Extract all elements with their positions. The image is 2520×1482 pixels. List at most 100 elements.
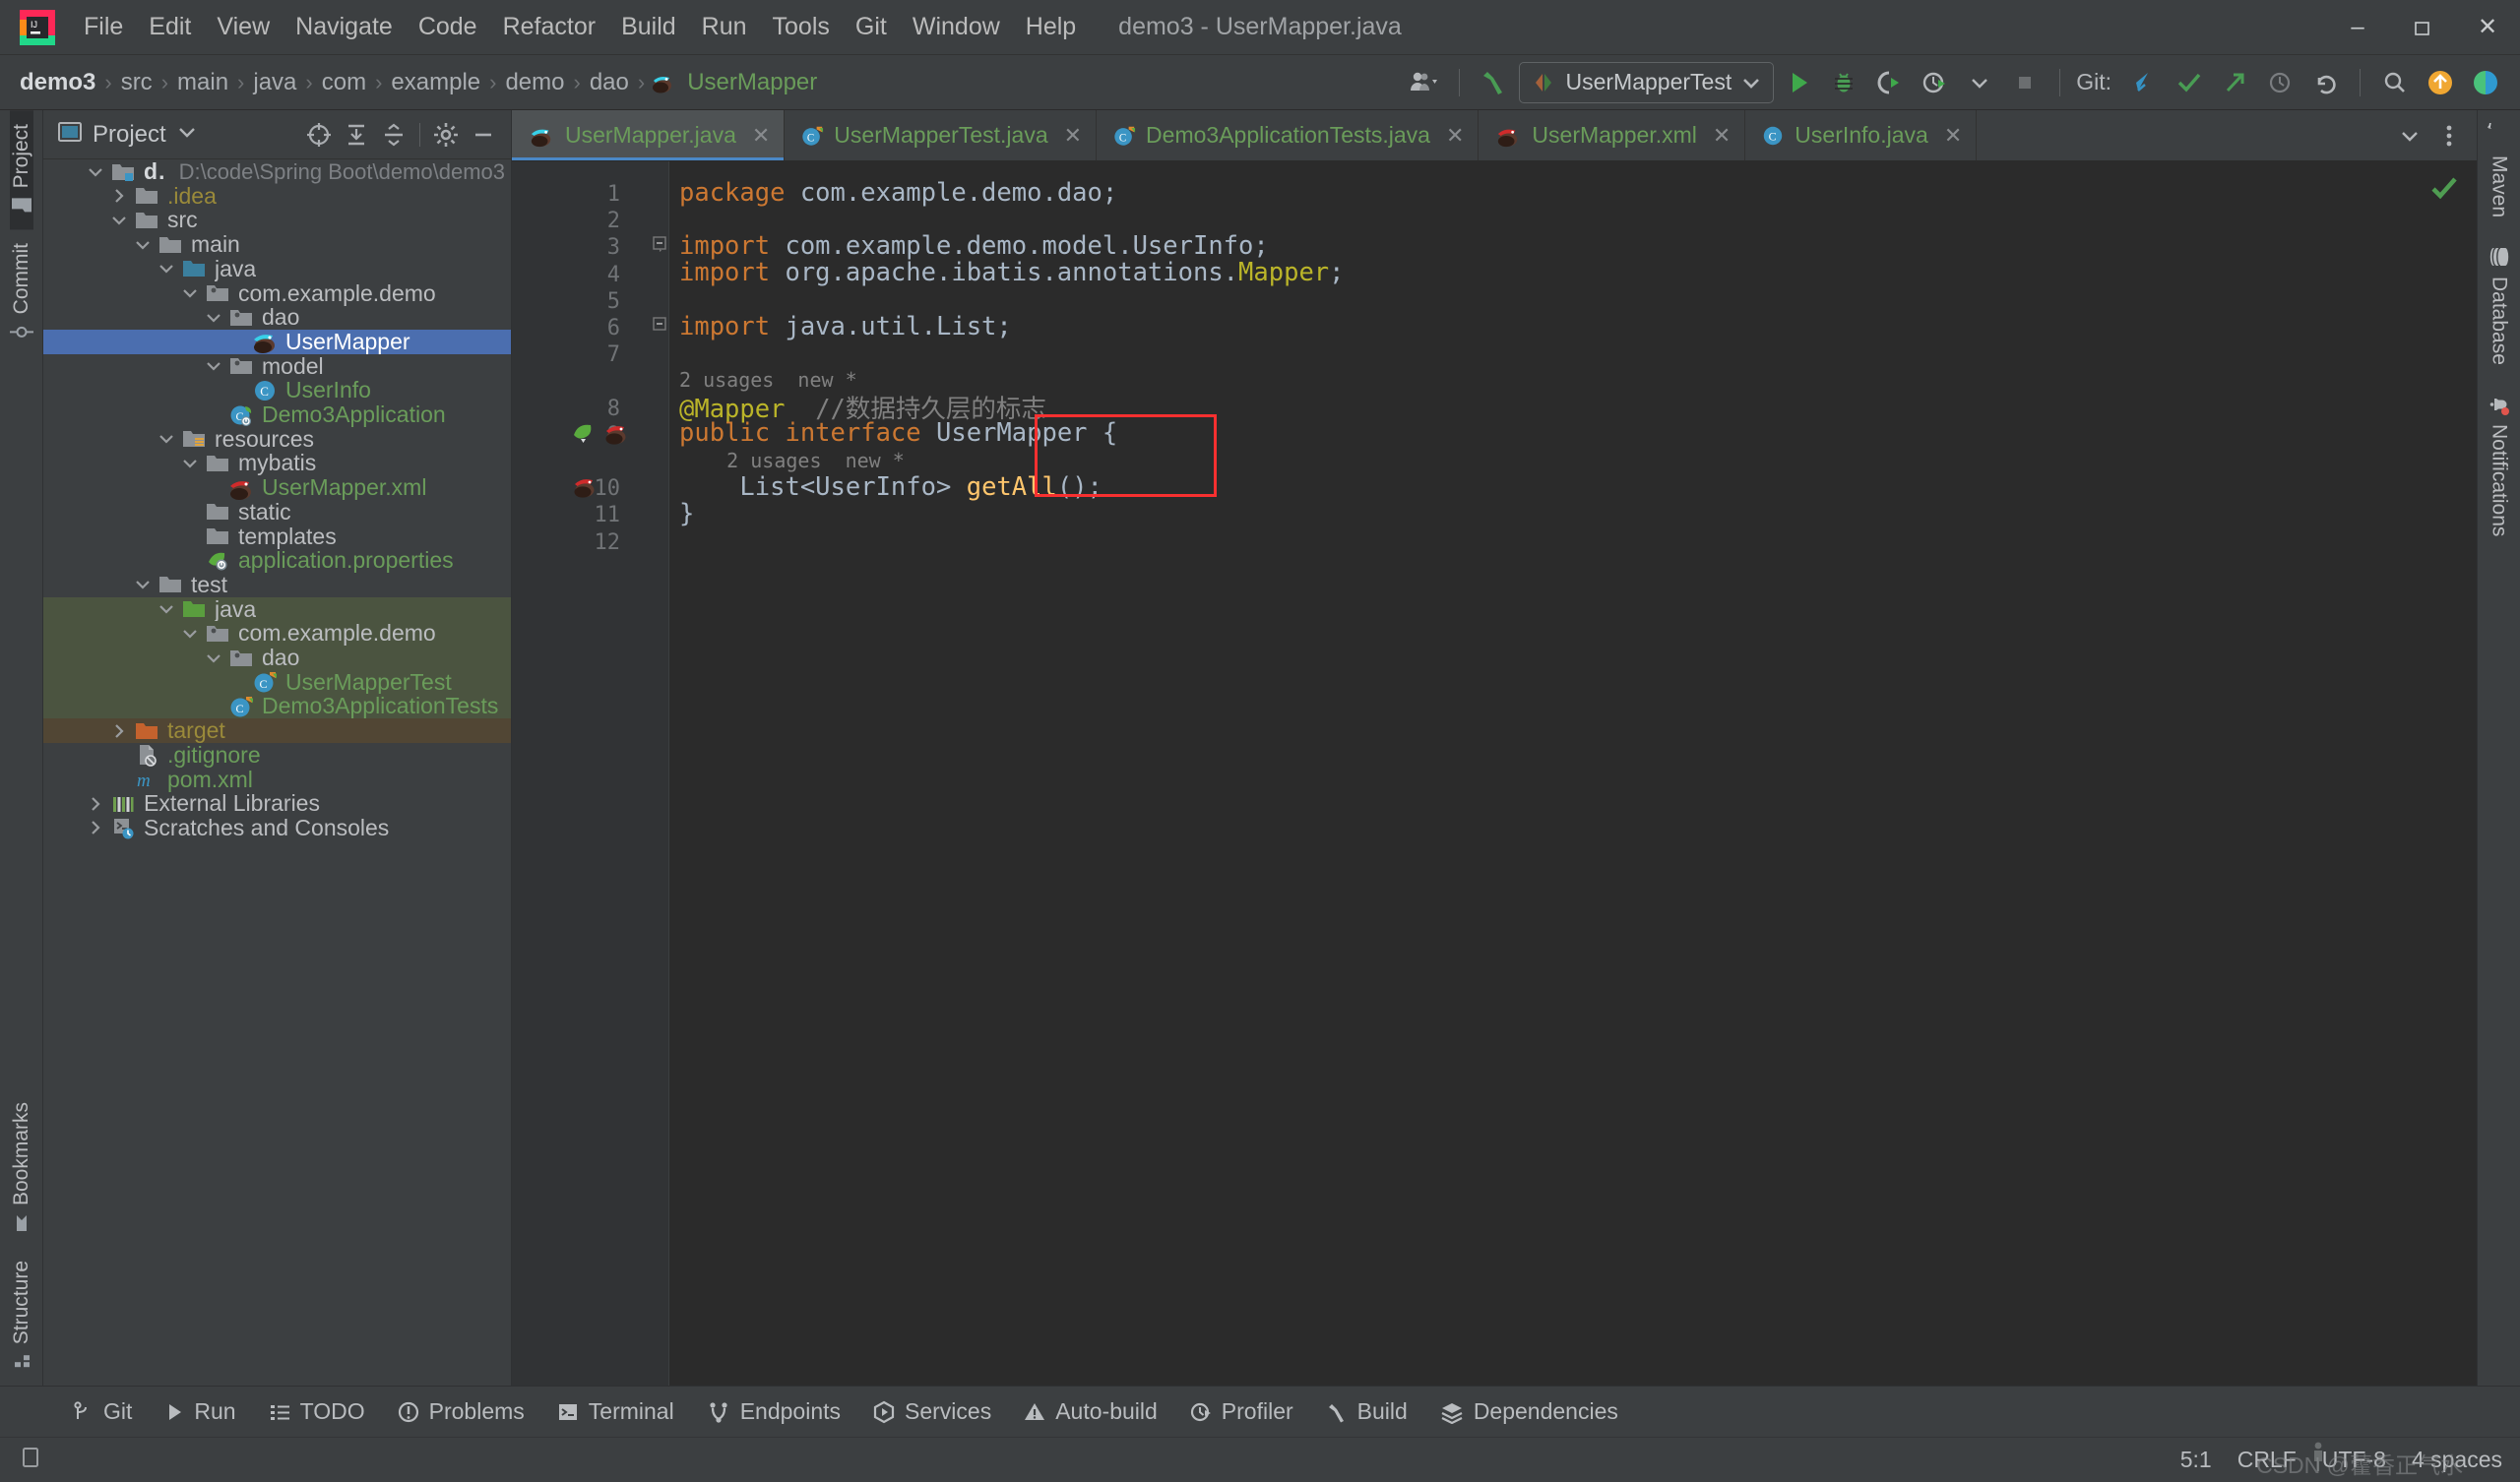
caret-position[interactable]: 5:1 bbox=[2180, 1447, 2212, 1473]
bottom-bar-item-build[interactable]: Build bbox=[1309, 1393, 1423, 1430]
chevron-down-icon[interactable] bbox=[176, 125, 198, 144]
bottom-bar-item-todo[interactable]: TODO bbox=[252, 1393, 381, 1430]
editor-tab-userinfo-java[interactable]: C UserInfo.java ✕ bbox=[1745, 110, 1978, 160]
bottom-bar-item-terminal[interactable]: Terminal bbox=[540, 1393, 690, 1430]
chevron-right-icon[interactable] bbox=[83, 795, 108, 813]
collapse-all-icon[interactable] bbox=[376, 117, 411, 153]
file-encoding[interactable]: UTF-8 bbox=[2322, 1447, 2386, 1473]
code-line[interactable] bbox=[669, 527, 2477, 554]
code-editor[interactable]: 123456789101112 package com.example.demo… bbox=[512, 161, 2477, 1386]
tree-node-scratches-and-consoles[interactable]: Scratches and Consoles bbox=[43, 815, 511, 840]
sidebar-item-structure[interactable]: Structure bbox=[10, 1247, 33, 1386]
inlay-usage-hint[interactable]: 2 usages new * bbox=[669, 447, 2477, 473]
code-line[interactable] bbox=[669, 286, 2477, 313]
menu-code[interactable]: Code bbox=[406, 7, 490, 47]
code-line[interactable]: package com.example.demo.dao; bbox=[669, 178, 2477, 208]
chevron-right-icon[interactable] bbox=[106, 722, 132, 740]
editor-tab-usermapper-java[interactable]: UserMapper.java ✕ bbox=[512, 110, 786, 160]
breadcrumb-item-java[interactable]: java bbox=[247, 66, 302, 99]
settings-gear-icon[interactable] bbox=[428, 117, 464, 153]
search-everywhere-icon[interactable] bbox=[2374, 62, 2416, 103]
project-tree[interactable]: demo3 D:\code\Spring Boot\demo\demo3.idea… bbox=[43, 159, 511, 1386]
chevron-right-icon[interactable] bbox=[106, 187, 132, 205]
hide-panel-icon[interactable] bbox=[466, 117, 501, 153]
git-update-icon[interactable] bbox=[2123, 62, 2165, 103]
bottom-bar-item-profiler[interactable]: Profiler bbox=[1173, 1393, 1309, 1430]
bottom-bar-item-endpoints[interactable]: Endpoints bbox=[690, 1393, 856, 1430]
select-opened-file-icon[interactable] bbox=[301, 117, 337, 153]
tree-node-pom-xml[interactable]: m pom.xml bbox=[43, 767, 511, 792]
bottom-bar-item-run[interactable]: Run bbox=[148, 1393, 251, 1430]
mybatis-nav-icon[interactable] bbox=[571, 474, 598, 505]
tree-node-src[interactable]: src bbox=[43, 207, 511, 232]
bottom-bar-item-auto-build[interactable]: Auto-build bbox=[1007, 1393, 1173, 1430]
menu-build[interactable]: Build bbox=[608, 7, 689, 47]
tree-node-application-properties[interactable]: application.properties bbox=[43, 547, 511, 573]
git-history-icon[interactable] bbox=[2259, 62, 2300, 103]
breadcrumb-item-com[interactable]: com bbox=[316, 66, 372, 99]
chevron-down-icon[interactable] bbox=[130, 239, 156, 251]
menu-file[interactable]: File bbox=[71, 7, 136, 47]
menu-help[interactable]: Help bbox=[1013, 7, 1089, 47]
close-tab-icon[interactable]: ✕ bbox=[752, 123, 770, 149]
chevron-down-icon[interactable] bbox=[201, 652, 226, 664]
sidebar-item-database[interactable]: Database bbox=[2487, 231, 2512, 379]
bottom-bar-item-services[interactable]: Services bbox=[856, 1393, 1007, 1430]
menu-git[interactable]: Git bbox=[843, 7, 900, 47]
line-separator[interactable]: CRLF bbox=[2237, 1447, 2297, 1473]
menu-refactor[interactable]: Refactor bbox=[490, 7, 608, 47]
chevron-down-icon[interactable] bbox=[177, 628, 203, 640]
bottom-bar-item-problems[interactable]: Problems bbox=[381, 1393, 540, 1430]
tree-node-userinfo[interactable]: C UserInfo bbox=[43, 377, 511, 402]
breadcrumb-item-usermapper[interactable]: UserMapper bbox=[681, 66, 823, 99]
sidebar-item-bookmarks[interactable]: Bookmarks bbox=[10, 1088, 33, 1247]
editor-tab-usermapper-xml[interactable]: UserMapper.xml ✕ bbox=[1479, 110, 1746, 160]
tree-node-usermapper-xml[interactable]: UserMapper.xml bbox=[43, 474, 511, 500]
code-line[interactable] bbox=[669, 206, 2477, 232]
tree-node-demo3application[interactable]: C Demo3Application bbox=[43, 401, 511, 427]
tree-node-external-libraries[interactable]: External Libraries bbox=[43, 790, 511, 816]
code-content[interactable]: package com.example.demo.dao; import com.… bbox=[669, 161, 2477, 1386]
editor-gutter[interactable]: 123456789101112 bbox=[512, 161, 669, 1386]
bottom-bar-item-git[interactable]: Git bbox=[55, 1393, 148, 1430]
tree-node-demo3applicationtests[interactable]: C Demo3ApplicationTests bbox=[43, 693, 511, 719]
updates-available-icon[interactable] bbox=[2420, 62, 2461, 103]
close-tab-icon[interactable]: ✕ bbox=[1064, 123, 1082, 149]
tree-node-gitignore[interactable]: .gitignore bbox=[43, 742, 511, 768]
more-options-icon[interactable] bbox=[2431, 118, 2467, 154]
code-fold-toggle[interactable] bbox=[653, 316, 668, 339]
code-line[interactable]: List<UserInfo> getAll(); bbox=[669, 472, 2477, 502]
bottom-bar-item-dependencies[interactable]: Dependencies bbox=[1423, 1393, 1634, 1430]
chevron-down-icon[interactable] bbox=[177, 458, 203, 469]
menu-navigate[interactable]: Navigate bbox=[283, 7, 406, 47]
breadcrumb-item-dao[interactable]: dao bbox=[584, 66, 635, 99]
sidebar-item-notifications[interactable]: Notifications bbox=[2487, 379, 2512, 550]
code-fold-toggle[interactable] bbox=[653, 235, 668, 258]
expand-all-icon[interactable] bbox=[339, 117, 374, 153]
chevron-down-icon[interactable] bbox=[154, 263, 179, 275]
editor-tabs[interactable]: UserMapper.java ✕ C UserMapperTest.java ✕ C De… bbox=[512, 110, 2477, 161]
tree-node-usermappertest[interactable]: C UserMapperTest bbox=[43, 669, 511, 695]
tree-node-model[interactable]: model bbox=[43, 353, 511, 379]
minimize-button[interactable]: – bbox=[2325, 0, 2390, 54]
bottom-tool-bar[interactable]: Git Run TODO Problems Terminal Endpoints Servi… bbox=[0, 1386, 2520, 1437]
close-button[interactable]: ✕ bbox=[2455, 0, 2520, 54]
sidebar-item-maven[interactable]: m Maven bbox=[2478, 110, 2512, 231]
tree-node-main[interactable]: main bbox=[43, 231, 511, 257]
chevron-down-icon[interactable] bbox=[106, 215, 132, 226]
code-line[interactable]: } bbox=[669, 499, 2477, 528]
close-tab-icon[interactable]: ✕ bbox=[1713, 123, 1731, 149]
tree-node-com-example-demo[interactable]: com.example.demo bbox=[43, 620, 511, 647]
breadcrumb-item-main[interactable]: main bbox=[171, 66, 234, 99]
debug-icon[interactable] bbox=[1823, 62, 1864, 103]
chevron-down-icon[interactable] bbox=[83, 166, 108, 178]
user-profile-icon[interactable] bbox=[1404, 62, 1445, 103]
sidebar-item-commit[interactable]: Commit bbox=[9, 229, 33, 355]
code-line[interactable]: import java.util.List; bbox=[669, 312, 2477, 341]
run-with-coverage-icon[interactable] bbox=[1868, 62, 1910, 103]
menu-view[interactable]: View bbox=[204, 7, 283, 47]
menu-run[interactable]: Run bbox=[689, 7, 760, 47]
tree-node-dao[interactable]: dao bbox=[43, 304, 511, 330]
editor-tab-demo3applicationtests-java[interactable]: C Demo3ApplicationTests.java ✕ bbox=[1097, 110, 1480, 160]
chevron-down-icon[interactable] bbox=[2392, 118, 2427, 154]
